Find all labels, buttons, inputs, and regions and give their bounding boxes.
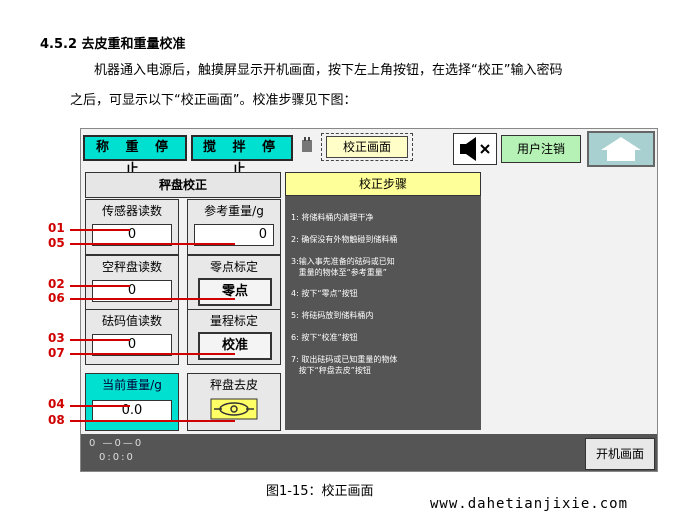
steps-panel: 校正步骤 1: 将储料桶内清理干净 2: 确保没有外物触碰到储料桶 3:输入事先… <box>285 172 481 430</box>
tare-label: 秤盘去皮 <box>209 378 258 392</box>
current-weight-value: 0.0 <box>92 400 172 422</box>
pan-calibration-title: 秤盘校正 <box>85 172 281 198</box>
section-heading: 4.5.2 去皮重和重量校准 <box>40 37 186 52</box>
reference-weight-label: 参考重量/g <box>204 204 264 218</box>
step-2: 2: 确保没有外物触碰到储料桶 <box>291 235 398 244</box>
calibrate-button[interactable]: 校准 <box>198 332 272 360</box>
weight-reading-cell: 砝码值读数 0 <box>85 309 179 365</box>
status-bar: 0 —0—0 0:0:0 开机画面 <box>81 434 657 471</box>
callout-06: 06 <box>48 291 65 305</box>
callout-05: 05 <box>48 236 65 250</box>
empty-pan-cell: 空秤盘读数 0 <box>85 255 179 311</box>
callout-line-07 <box>70 353 235 355</box>
status-line-1: 0 —0—0 <box>89 438 144 449</box>
step-7: 7: 取出砝码或已知重量的物体 按下“秤盘去皮”按钮 <box>291 355 398 375</box>
website-url: www.dahetianjixie.com <box>430 496 629 512</box>
boot-screen-button[interactable]: 开机画面 <box>585 438 655 470</box>
callout-07: 07 <box>48 346 65 360</box>
callout-line-02 <box>70 285 130 287</box>
weigh-stop-button[interactable]: 称 重 停 止 <box>83 135 187 177</box>
zero-calibration-label: 零点标定 <box>209 260 258 274</box>
callout-02: 02 <box>48 277 65 291</box>
empty-pan-label: 空秤盘读数 <box>101 260 162 274</box>
step-1: 1: 将储料桶内清理干净 <box>291 213 374 222</box>
sensor-reading-label: 传感器读数 <box>101 204 162 218</box>
callout-01: 01 <box>48 221 65 235</box>
tare-button-icon[interactable] <box>210 398 258 420</box>
span-calibration-cell: 量程标定 校准 <box>187 309 281 365</box>
step-5: 5: 将砝码放到储料桶内 <box>291 311 374 320</box>
callout-04: 04 <box>48 397 65 411</box>
status-line-2: 0:0:0 <box>99 452 135 463</box>
home-icon[interactable] <box>587 131 655 167</box>
stir-stop-button[interactable]: 搅 拌 停 止 <box>191 135 293 177</box>
callout-line-04 <box>70 405 130 407</box>
tare-cell: 秤盘去皮 <box>187 373 281 431</box>
paragraph-line-2: 之后，可显示以下“校正画面”。校准步骤见下图： <box>70 93 357 108</box>
zero-calibration-cell: 零点标定 零点 <box>187 255 281 311</box>
figure-caption: 图1-15：校正画面 <box>266 484 374 499</box>
callout-line-05 <box>70 243 235 245</box>
step-3: 3:输入事先准备的砝码或已知 重量的物体至“参考重量” <box>291 257 395 277</box>
user-logout-button[interactable]: 用户注销 <box>501 135 581 163</box>
callout-08: 08 <box>48 413 65 427</box>
weight-reading-label: 砝码值读数 <box>101 314 162 328</box>
callout-line-06 <box>70 298 235 300</box>
plug-icon <box>302 137 312 152</box>
current-weight-label: 当前重量/g <box>102 378 162 392</box>
sensor-reading-cell: 传感器读数 0 <box>85 199 179 255</box>
callout-line-03 <box>70 339 130 341</box>
zero-button[interactable]: 零点 <box>198 278 272 306</box>
step-4: 4: 按下“零点”按钮 <box>291 289 358 298</box>
current-weight-cell: 当前重量/g 0.0 <box>85 373 179 431</box>
reference-weight-cell: 参考重量/g 0 <box>187 199 281 255</box>
step-6: 6: 按下“校准”按钮 <box>291 333 358 342</box>
calibration-tab[interactable]: 校正画面 <box>321 133 413 161</box>
steps-title: 校正步骤 <box>285 172 481 196</box>
paragraph-line-1: 机器通入电源后，触摸屏显示开机画面，按下左上角按钮，在选择“校正”输入密码 <box>94 63 563 78</box>
callout-03: 03 <box>48 331 65 345</box>
callout-line-08 <box>70 420 235 422</box>
callout-line-01 <box>70 229 130 231</box>
span-calibration-label: 量程标定 <box>209 314 258 328</box>
calibration-tab-label: 校正画面 <box>326 136 408 158</box>
speaker-mute-icon[interactable] <box>453 133 497 165</box>
